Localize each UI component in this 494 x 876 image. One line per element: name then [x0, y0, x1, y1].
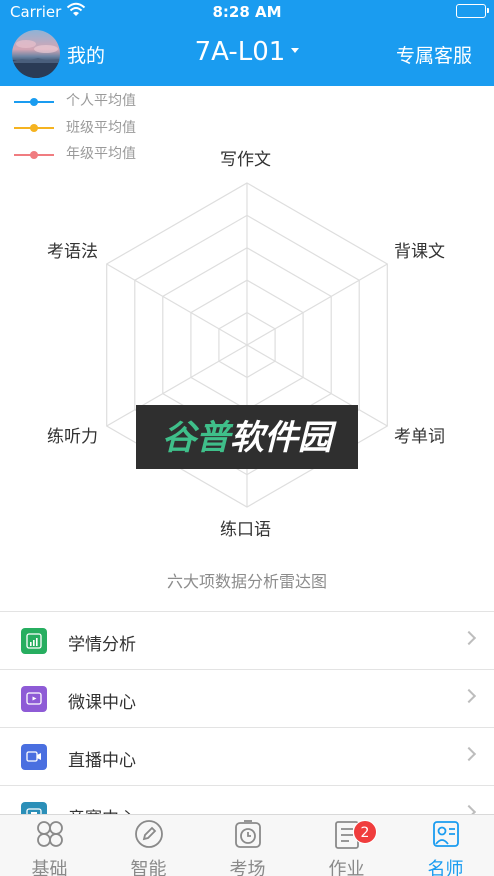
- menu-label: 学情分析: [68, 635, 136, 655]
- tab-teacher[interactable]: 名师: [396, 815, 494, 876]
- tab-smart[interactable]: 智能: [99, 815, 198, 876]
- axis-label-recite: 背课文: [394, 242, 445, 262]
- tab-bar: 基础 智能 考场 2 作业 名师: [0, 814, 494, 876]
- axis-label-grammar: 考语法: [47, 242, 98, 262]
- header: Carrier 8:28 AM 我的 7A-L01 专属客服: [0, 0, 494, 86]
- radar-spoke: [246, 263, 388, 346]
- axis-label-writing: 写作文: [220, 150, 271, 170]
- tab-homework[interactable]: 2 作业: [297, 815, 396, 876]
- legend-line-icon: [14, 124, 54, 132]
- chevron-right-icon: [461, 630, 477, 646]
- video-icon: [21, 686, 47, 712]
- chevron-right-icon: [461, 746, 477, 762]
- radar-spoke: [106, 263, 248, 346]
- menu-label: 微课中心: [68, 693, 136, 713]
- axis-label-vocabulary: 考单词: [394, 427, 445, 447]
- menu-item-live-center[interactable]: 直播中心: [0, 728, 494, 786]
- menu-label: 直播中心: [68, 751, 136, 771]
- chevron-right-icon: [461, 688, 477, 704]
- tab-exam[interactable]: 考场: [198, 815, 297, 876]
- nav-bar: 我的 7A-L01 专属客服: [0, 28, 494, 80]
- homework-badge: 2: [353, 820, 377, 844]
- radar-chart: 写作文 背课文 考单词 练口语 练听力 考语法: [0, 140, 494, 560]
- tab-basics[interactable]: 基础: [0, 815, 99, 876]
- status-bar: Carrier 8:28 AM: [0, 0, 494, 24]
- customer-service-button[interactable]: 专属客服: [396, 41, 472, 68]
- teacher-icon: [430, 818, 462, 850]
- legend-line-icon: [14, 97, 54, 106]
- menu-item-learning-analysis[interactable]: 学情分析: [0, 612, 494, 670]
- axis-label-speaking: 练口语: [220, 520, 271, 540]
- clock-icon: [232, 818, 264, 850]
- menu-item-micro-course[interactable]: 微课中心: [0, 670, 494, 728]
- pen-icon: [133, 818, 165, 850]
- axis-label-listening: 练听力: [47, 427, 98, 447]
- legend-label: 个人平均值: [66, 93, 136, 109]
- app-screen: Carrier 8:28 AM 我的 7A-L01 专属客服 个人平均值 班级平…: [0, 0, 494, 876]
- tab-label: 作业: [328, 859, 365, 876]
- svg-text:谷普软件园: 谷普软件园: [162, 418, 337, 458]
- tab-label: 名师: [427, 859, 464, 876]
- battery-icon: [456, 4, 489, 18]
- live-icon: [21, 744, 47, 770]
- tab-label: 考场: [229, 859, 266, 876]
- caret-down-icon: [291, 48, 300, 53]
- watermark-logo: 谷普软件园: [136, 405, 358, 469]
- tab-label: 基础: [31, 859, 68, 876]
- tab-label: 智能: [130, 859, 167, 876]
- grid-icon: [34, 818, 66, 850]
- legend-item-personal: 个人平均值: [14, 91, 136, 118]
- radar-caption: 六大项数据分析雷达图: [166, 572, 327, 591]
- legend-label: 班级平均值: [66, 119, 136, 136]
- class-name: 7A-L01: [194, 37, 286, 67]
- radar-grid: [106, 182, 388, 508]
- chart-icon: [21, 628, 47, 654]
- feature-menu: 学情分析 微课中心 直播中心 竞赛中心: [0, 611, 494, 844]
- clock: 8:28 AM: [212, 3, 282, 21]
